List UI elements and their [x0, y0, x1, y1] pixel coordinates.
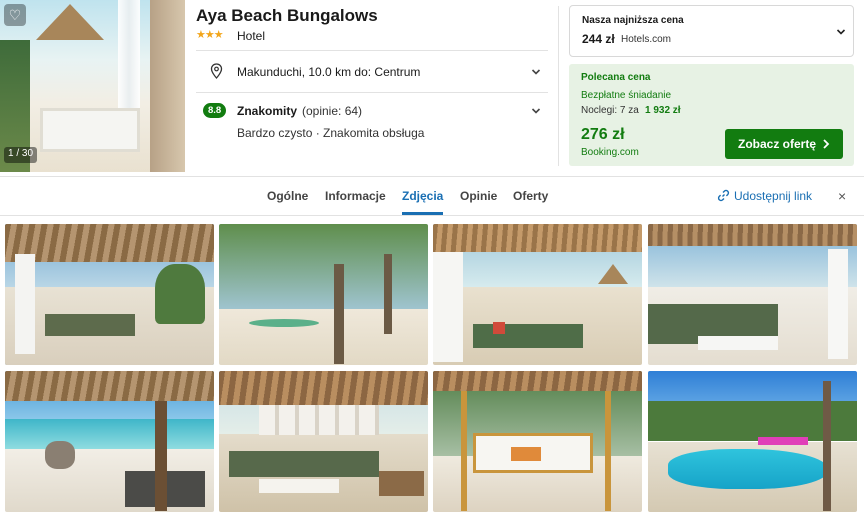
photo-post — [461, 391, 467, 511]
featured-offer-site: Booking.com — [581, 147, 639, 158]
photo-post — [155, 401, 167, 511]
featured-offer-title: Polecana cena — [581, 72, 651, 83]
photo-curtain — [118, 0, 140, 120]
tab-general[interactable]: Ogólne — [267, 177, 308, 215]
tab-info[interactable]: Informacje — [325, 177, 386, 215]
view-offer-label: Zobacz ofertę — [737, 137, 816, 151]
rating-count: (opinie: 64) — [302, 104, 363, 118]
tab-photos[interactable]: Zdjęcia — [402, 177, 444, 215]
photo-roof — [433, 371, 642, 391]
gallery-photo[interactable] — [219, 224, 428, 365]
gallery-photo[interactable] — [5, 224, 214, 365]
photo-roof — [5, 224, 214, 262]
photo-hammock — [249, 319, 319, 327]
share-link-label: Udostępnij link — [734, 189, 813, 203]
gallery-photo[interactable] — [433, 371, 642, 512]
photo-counter: 1 / 30 — [4, 147, 38, 163]
photo-sofa — [229, 451, 379, 477]
share-link-button[interactable]: Udostępnij link — [717, 177, 812, 215]
photo-sea — [5, 419, 214, 449]
vertical-divider — [558, 6, 559, 166]
rating-highlights: Bardzo czysto · Znakomita obsługa — [237, 126, 425, 140]
detail-tabs: Ogólne Informacje Zdjęcia Opinie Oferty … — [0, 176, 864, 216]
hotel-type: Hotel — [237, 29, 266, 43]
photo-pool — [668, 449, 828, 489]
photo-roof — [433, 224, 642, 252]
photo-drapes — [259, 405, 379, 435]
link-icon — [717, 189, 730, 202]
chevron-down-icon[interactable] — [531, 67, 541, 77]
photo-trunk — [334, 264, 344, 364]
rating-score-badge: 8.8 — [203, 103, 227, 118]
photo-daybed — [40, 108, 140, 152]
photo-lounge — [473, 324, 583, 348]
location-pin-icon — [210, 63, 223, 79]
hotel-name[interactable]: Aya Beach Bungalows — [196, 6, 378, 26]
photo-roof — [5, 371, 214, 401]
gallery-photo[interactable] — [5, 371, 214, 512]
gallery-photo[interactable] — [648, 371, 857, 512]
gallery-photo[interactable] — [219, 371, 428, 512]
photo-palm — [155, 264, 205, 324]
photo-curtain — [433, 252, 463, 362]
featured-offer-price: 276 zł — [581, 126, 625, 143]
photo-cushion — [511, 447, 541, 461]
breakfast-included: Bezpłatne śniadanie — [581, 90, 672, 101]
view-offer-button[interactable]: Zobacz ofertę — [725, 129, 843, 159]
photo-trees — [219, 224, 428, 309]
hotel-main-photo[interactable]: ♡ 1 / 30 — [0, 0, 185, 172]
photo-trunk — [384, 254, 392, 334]
rating-label: Znakomity — [237, 104, 298, 118]
photo-post — [605, 391, 611, 511]
heart-icon: ♡ — [8, 6, 22, 23]
photo-roof — [648, 224, 857, 246]
photo-loungers — [758, 437, 808, 445]
photo-table — [698, 336, 778, 350]
photo-roof — [219, 371, 428, 405]
gallery-photo[interactable] — [433, 224, 642, 365]
photo-lounge — [45, 314, 135, 336]
hotel-location[interactable]: Makunduchi, 10.0 km do: Centrum — [237, 65, 420, 79]
chevron-right-icon — [823, 139, 830, 149]
close-icon[interactable]: × — [838, 177, 846, 215]
featured-offer: Polecana cena Bezpłatne śniadanie Nocleg… — [569, 64, 854, 166]
photo-boat — [379, 471, 424, 496]
hotel-info: Aya Beach Bungalows ★★★ Hotel Makunduchi… — [196, 0, 548, 172]
chevron-down-icon[interactable] — [836, 27, 846, 37]
nights-total: 1 932 zł — [645, 105, 681, 116]
lowest-price-title: Nasza najniższa cena — [582, 15, 684, 26]
divider — [196, 92, 548, 93]
photo-palm-trunk — [823, 381, 831, 511]
hotel-header: ♡ 1 / 30 Aya Beach Bungalows ★★★ Hotel M… — [0, 0, 864, 176]
favorite-button[interactable]: ♡ — [4, 4, 26, 26]
lowest-price-selector[interactable]: Nasza najniższa cena 244 zł Hotels.com — [569, 5, 854, 57]
star-rating: ★★★ — [196, 29, 224, 41]
tab-reviews[interactable]: Opinie — [460, 177, 497, 215]
nights-label: Noclegi: 7 za — [581, 105, 639, 116]
divider — [196, 50, 548, 51]
photo-thatched-hut — [36, 4, 104, 40]
photo-curtain — [828, 249, 848, 359]
photo-sand — [219, 308, 428, 365]
photo-table — [259, 479, 339, 493]
chevron-down-icon[interactable] — [531, 106, 541, 116]
lowest-price-site: Hotels.com — [621, 34, 672, 45]
tab-offers[interactable]: Oferty — [513, 177, 548, 215]
photo-cushion — [493, 322, 505, 334]
photo-curtain — [15, 254, 35, 354]
photo-wood-post — [150, 0, 185, 172]
photo-rock — [45, 441, 75, 469]
gallery-photo[interactable] — [648, 224, 857, 365]
lowest-price-value: 244 zł — [582, 32, 615, 46]
